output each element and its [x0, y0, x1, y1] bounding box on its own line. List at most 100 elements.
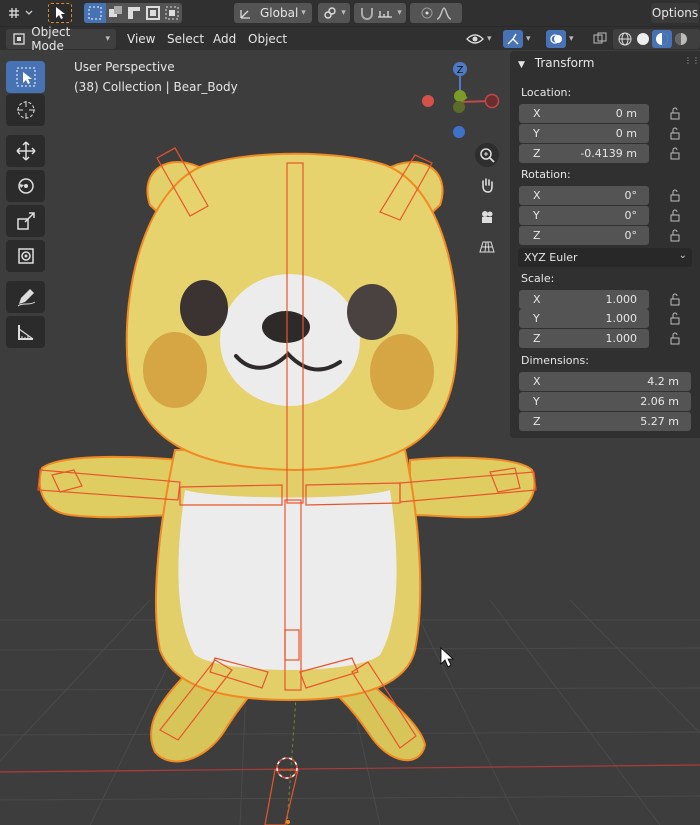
gizmo-toggle-group: ▾: [500, 29, 538, 49]
dimensions-x-field[interactable]: X 4.2 m: [519, 372, 691, 391]
visibility-dropdown[interactable]: ▾: [463, 29, 495, 49]
dimensions-y-field[interactable]: Y 2.06 m: [519, 392, 691, 411]
navigation-gizmo[interactable]: Z: [415, 60, 505, 148]
lock-icon[interactable]: [668, 293, 682, 307]
scale-y-field[interactable]: Y 1.000: [519, 309, 649, 328]
rotation-z-value: 0°: [624, 229, 638, 242]
rotation-z-field[interactable]: Z 0°: [519, 226, 649, 245]
transform-panel-title: Transform: [534, 56, 595, 70]
tool-measure[interactable]: [6, 316, 45, 348]
mode-dropdown[interactable]: Object Mode ▾: [6, 25, 116, 53]
mode-label: Object Mode: [31, 25, 71, 53]
bear-arm-left: [38, 455, 181, 519]
select-invert-button[interactable]: [144, 3, 163, 23]
tool-select-box[interactable]: [6, 61, 45, 93]
object-mode-icon: [13, 33, 25, 45]
dimensions-x-value: 4.2 m: [647, 375, 679, 388]
rotation-mode-label: XYZ Euler: [524, 251, 578, 264]
rotation-mode-dropdown[interactable]: XYZ Euler ⌄: [518, 248, 692, 267]
3d-viewport[interactable]: User Perspective (38) Collection | Bear_…: [0, 50, 700, 825]
rendered-shading-icon[interactable]: [672, 31, 690, 47]
projection-toggle-button[interactable]: [475, 235, 499, 259]
axis-label: Z: [533, 415, 541, 428]
rotation-x-field[interactable]: X 0°: [519, 186, 649, 205]
bear-arm-right: [409, 456, 536, 519]
select-new-button[interactable]: [84, 3, 106, 23]
axis-label: X: [533, 189, 541, 202]
chevron-down-icon: ▾: [341, 8, 346, 18]
tool-scale[interactable]: [6, 205, 45, 237]
location-z-field[interactable]: Z -0.4139 m: [519, 144, 649, 163]
transform-orientation-dropdown[interactable]: Global ▾: [234, 3, 312, 23]
pivot-point-dropdown[interactable]: ▾: [318, 3, 350, 23]
chevron-down-icon: ▾: [105, 34, 110, 44]
camera-view-button[interactable]: [475, 205, 499, 229]
scale-icon: [16, 212, 35, 230]
lock-icon[interactable]: [668, 312, 682, 326]
snap-magnet-icon[interactable]: [358, 5, 376, 21]
menu-add[interactable]: Add: [207, 30, 242, 48]
panel-grip-icon[interactable]: ⋮⋮: [684, 56, 700, 65]
wireframe-shading-icon[interactable]: [616, 31, 634, 47]
select-tool-button[interactable]: [48, 3, 72, 23]
tool-cursor[interactable]: [6, 94, 45, 126]
snap-increment-icon[interactable]: [376, 5, 394, 21]
lock-icon[interactable]: [668, 107, 682, 121]
shading-mode-group: [613, 29, 700, 49]
transform-panel-header[interactable]: ▼ Transform: [518, 56, 594, 70]
overlay-toggle-button[interactable]: [546, 30, 566, 48]
scale-z-value: 1.000: [605, 332, 638, 345]
scale-z-field[interactable]: Z 1.000: [519, 329, 649, 348]
lock-icon[interactable]: [668, 229, 682, 243]
zoom-button[interactable]: [475, 143, 499, 167]
viewport-perspective-label: User Perspective: [74, 60, 175, 74]
camera-icon: [482, 211, 493, 223]
location-y-field[interactable]: Y 0 m: [519, 124, 649, 143]
select-subtract-button[interactable]: [125, 3, 144, 23]
dimensions-y-value: 2.06 m: [640, 395, 679, 408]
gizmo-toggle-button[interactable]: [503, 30, 523, 48]
measure-ruler-icon: [17, 325, 33, 340]
select-new-icon: [88, 6, 102, 20]
location-x-field[interactable]: X 0 m: [519, 104, 649, 123]
gizmo-neg-z-axis: [453, 126, 465, 138]
rotate-icon: [17, 178, 34, 194]
lock-icon[interactable]: [668, 332, 682, 346]
select-intersect-button[interactable]: [163, 3, 182, 23]
material-preview-button[interactable]: [652, 30, 672, 48]
solid-shading-icon[interactable]: [634, 31, 652, 47]
falloff-curve-icon[interactable]: [435, 5, 453, 21]
rotation-y-field[interactable]: Y 0°: [519, 206, 649, 225]
xray-toggle-button[interactable]: [590, 29, 610, 49]
select-extend-button[interactable]: [106, 3, 125, 23]
lock-icon[interactable]: [668, 147, 682, 161]
chevron-down-icon[interactable]: ▾: [569, 34, 574, 44]
lock-icon[interactable]: [668, 209, 682, 223]
menu-view[interactable]: View: [121, 30, 161, 48]
tool-transform[interactable]: [6, 240, 45, 272]
chevron-down-icon[interactable]: ▾: [526, 34, 531, 44]
menu-object[interactable]: Object: [242, 30, 293, 48]
select-extend-icon: [109, 6, 122, 17]
editor-type-button[interactable]: [4, 3, 38, 23]
tool-move[interactable]: [6, 135, 45, 167]
proportional-editing-icon[interactable]: [419, 5, 435, 21]
selection-mode-group: [84, 3, 182, 23]
tool-rotate[interactable]: [6, 170, 45, 202]
pan-button[interactable]: [475, 173, 499, 197]
annotate-pencil-icon: [17, 289, 35, 307]
transform-pivot-icon: [9, 8, 33, 18]
tool-annotate[interactable]: [6, 281, 45, 313]
origin-dot: [286, 820, 290, 824]
options-dropdown[interactable]: Options: [651, 3, 699, 23]
dimensions-z-field[interactable]: Z 5.27 m: [519, 412, 691, 431]
select-intersect-icon: [165, 6, 179, 20]
lock-icon[interactable]: [668, 127, 682, 141]
lock-icon[interactable]: [668, 189, 682, 203]
menu-select[interactable]: Select: [161, 30, 210, 48]
axis-label: Z: [533, 229, 541, 242]
chevron-down-icon: ▾: [487, 34, 492, 44]
pivot-point-icon: [324, 7, 336, 19]
grid-perspective-icon: [479, 241, 495, 253]
scale-x-field[interactable]: X 1.000: [519, 290, 649, 309]
